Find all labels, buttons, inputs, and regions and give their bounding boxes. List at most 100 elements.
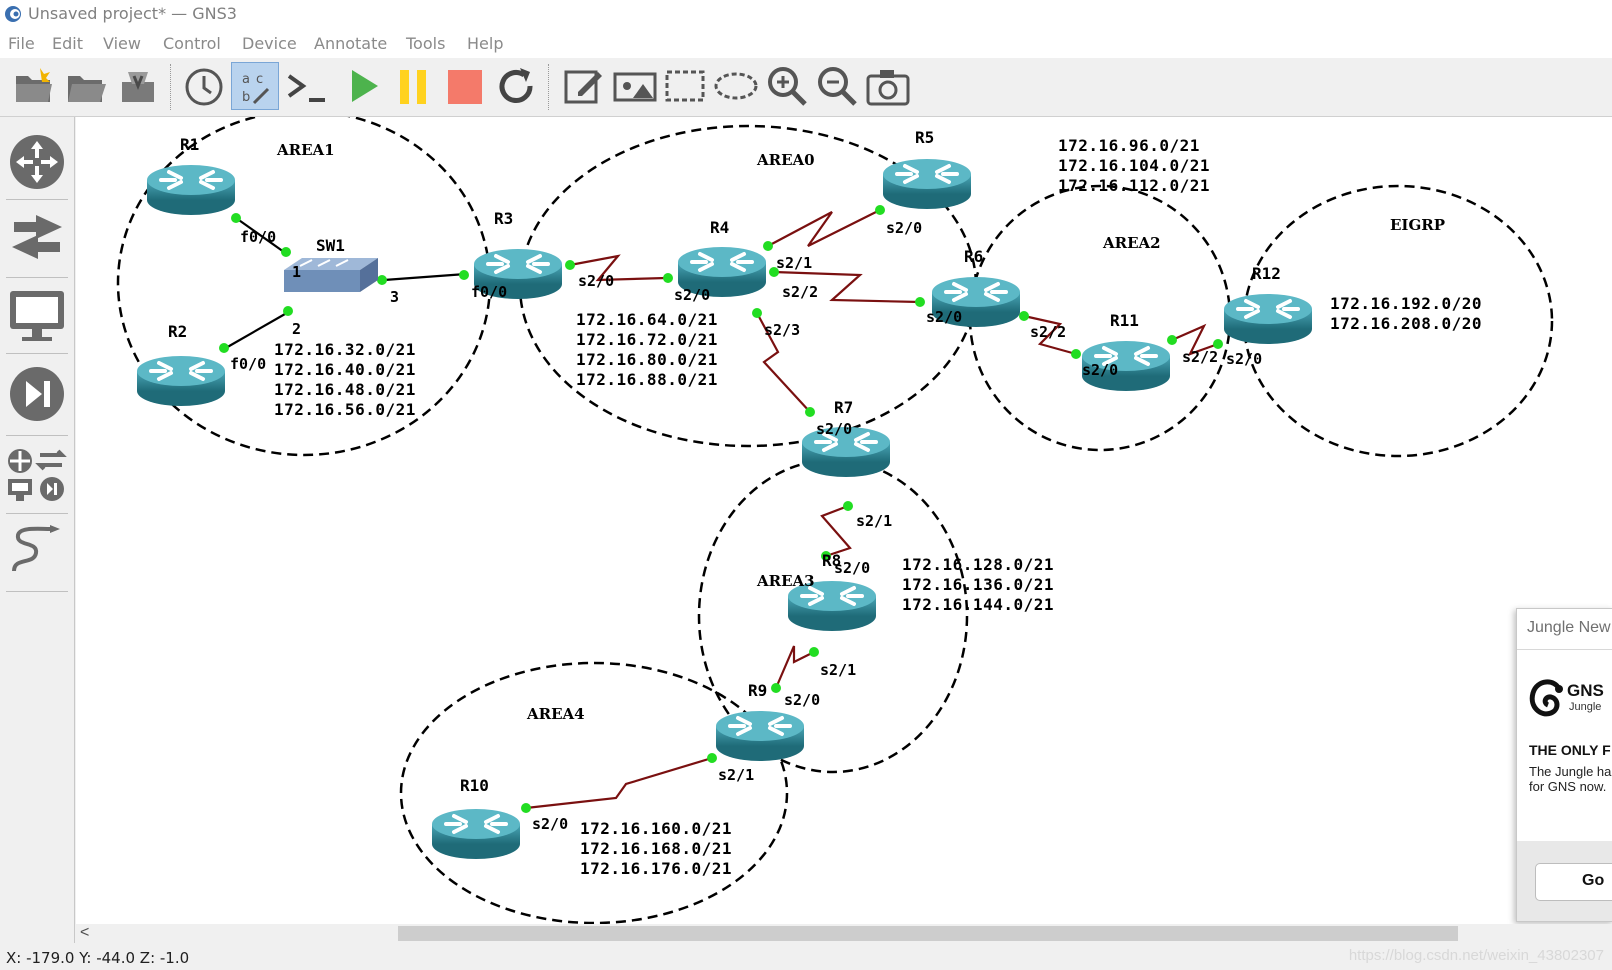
scroll-left-arrow-icon[interactable]: <: [80, 924, 89, 942]
menu-tools[interactable]: Tools: [406, 34, 445, 53]
link-sw1-r3[interactable]: [383, 272, 467, 282]
save-project-icon[interactable]: [114, 62, 162, 110]
menu-view[interactable]: View: [103, 34, 141, 53]
reload-icon[interactable]: [492, 62, 540, 110]
menu-control[interactable]: Control: [163, 34, 221, 53]
console-icon[interactable]: [283, 62, 331, 110]
dock-separator: [6, 199, 68, 200]
area-label: AREA3: [756, 572, 815, 590]
port-dot: [707, 753, 717, 763]
interface-labels-icon[interactable]: acb: [231, 62, 279, 110]
port-dot: [915, 297, 925, 307]
area0-networks-note[interactable]: 172.16.64.0/21 172.16.72.0/21 172.16.80.…: [576, 310, 718, 389]
gns3-logo-icon: [5, 6, 21, 22]
port-label: s2/1: [820, 661, 856, 679]
area-label: AREA2: [1102, 234, 1161, 252]
menu-edit[interactable]: Edit: [52, 34, 83, 53]
port-dot: [663, 273, 673, 283]
link-r8-r9[interactable]: [774, 645, 815, 689]
news-brand-sub: Jungle: [1569, 701, 1602, 713]
port-dot: [805, 407, 815, 417]
open-project-icon[interactable]: [62, 62, 110, 110]
ellipse-icon[interactable]: [712, 62, 760, 110]
horizontal-scrollbar[interactable]: <: [76, 924, 1612, 943]
port-dot: [231, 213, 241, 223]
network-line: 172.16.144.0/21: [902, 595, 1054, 614]
port-dot: [809, 647, 819, 657]
router-r5-icon[interactable]: [881, 157, 973, 211]
zoom-out-icon[interactable]: [813, 62, 861, 110]
device-label: R6: [964, 247, 983, 266]
menu-annotate[interactable]: Annotate: [314, 34, 387, 53]
eigrp-networks-note[interactable]: 172.16.192.0/20 172.16.208.0/20: [1330, 294, 1482, 333]
switches-icon[interactable]: [6, 207, 68, 269]
menu-bar: File Edit View Control Device Annotate T…: [0, 28, 1612, 58]
link-r9-r10[interactable]: [525, 756, 713, 810]
area4-boundary: [399, 661, 789, 924]
area-label: EIGRP: [1390, 216, 1445, 234]
dock-separator: [6, 513, 68, 514]
cursor-coordinates: X: -179.0 Y: -44.0 Z: -1.0: [6, 949, 190, 967]
menu-file[interactable]: File: [8, 34, 35, 53]
network-line: 172.16.128.0/21: [902, 555, 1054, 574]
port-label: s2/0: [1226, 350, 1262, 368]
device-label: R2: [168, 322, 187, 341]
network-line: 172.16.32.0/21: [274, 340, 416, 359]
new-project-icon[interactable]: [10, 62, 58, 110]
port-label: 2: [292, 320, 301, 338]
zoom-in-icon[interactable]: [763, 62, 811, 110]
port-dot: [1167, 335, 1177, 345]
device-label: R4: [710, 218, 729, 237]
port-label: s2/0: [532, 815, 568, 833]
port-label: 1: [292, 263, 301, 281]
port-dot: [565, 260, 575, 270]
end-devices-icon[interactable]: [6, 285, 68, 347]
stop-icon[interactable]: [440, 62, 488, 110]
device-label: R7: [834, 398, 853, 417]
area1-networks-note[interactable]: 172.16.32.0/21 172.16.40.0/21 172.16.48.…: [274, 340, 416, 419]
router-r2-icon[interactable]: [135, 354, 227, 408]
scrollbar-thumb[interactable]: [398, 926, 1458, 941]
dock-separator: [6, 435, 68, 436]
news-headline: THE ONLY F: [1529, 742, 1611, 758]
port-label: s2/2: [782, 283, 818, 301]
router-r12-icon[interactable]: [1222, 292, 1314, 346]
rectangle-icon[interactable]: [661, 62, 709, 110]
network-line: 172.16.64.0/21: [576, 310, 718, 329]
network-line: 172.16.168.0/21: [580, 839, 732, 858]
pause-icon[interactable]: [390, 62, 438, 110]
port-label: s2/3: [764, 321, 800, 339]
insert-picture-icon[interactable]: [611, 62, 659, 110]
port-dot: [283, 306, 293, 316]
security-devices-icon[interactable]: [6, 363, 68, 425]
port-label: s2/2: [1030, 323, 1066, 341]
router-r10-icon[interactable]: [430, 807, 522, 861]
menu-help[interactable]: Help: [467, 34, 503, 53]
area-label: AREA0: [756, 151, 815, 169]
clock-icon[interactable]: [180, 62, 228, 110]
router-r9-icon[interactable]: [714, 709, 806, 763]
add-note-icon[interactable]: [560, 62, 608, 110]
network-line: 172.16.160.0/21: [580, 819, 732, 838]
area2-networks-note[interactable]: 172.16.96.0/21 172.16.104.0/21 172.16.11…: [1058, 136, 1210, 195]
device-label: R5: [915, 128, 934, 147]
go-button[interactable]: Go: [1535, 863, 1612, 901]
area3-networks-note[interactable]: 172.16.128.0/21 172.16.136.0/21 172.16.1…: [902, 555, 1054, 614]
network-line: 172.16.112.0/21: [1058, 176, 1210, 195]
add-link-icon[interactable]: [6, 521, 68, 583]
topology-canvas[interactable]: AREA1 AREA0 AREA2 EIGRP AREA3 AREA4 R1 R…: [76, 117, 1612, 924]
network-line: 172.16.136.0/21: [902, 575, 1054, 594]
port-label: s2/2: [1182, 348, 1218, 366]
all-devices-icon[interactable]: [6, 443, 68, 505]
routers-icon[interactable]: [6, 131, 68, 193]
port-label: s2/1: [776, 254, 812, 272]
area4-networks-note[interactable]: 172.16.160.0/21 172.16.168.0/21 172.16.1…: [580, 819, 732, 878]
start-icon[interactable]: [340, 62, 388, 110]
port-dot: [752, 308, 762, 318]
link-r7-r8[interactable]: [820, 504, 852, 558]
menu-device[interactable]: Device: [242, 34, 297, 53]
svg-text:c: c: [256, 72, 263, 87]
camera-icon[interactable]: [864, 62, 912, 110]
link-r4-r5[interactable]: [767, 209, 881, 247]
router-r1-icon[interactable]: [145, 163, 237, 217]
